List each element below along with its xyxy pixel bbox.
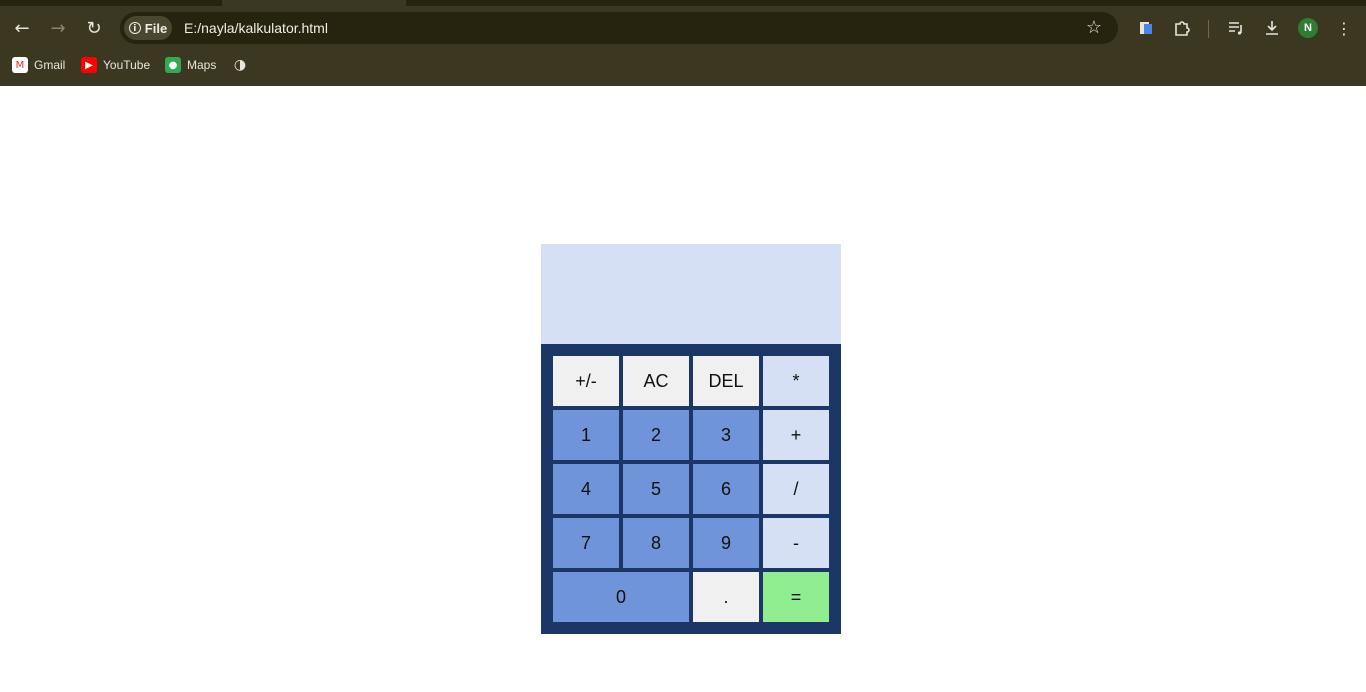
digit-8-button[interactable]: 8 (623, 518, 689, 568)
digit-2-button[interactable]: 2 (623, 410, 689, 460)
calculator: +/- AC DEL * 1 2 3 + 4 5 6 / 7 8 9 - 0 .… (541, 244, 841, 634)
digit-4-button[interactable]: 4 (553, 464, 619, 514)
avatar[interactable]: N (1298, 18, 1318, 38)
url-text[interactable]: E:/nayla/kalkulator.html (184, 12, 328, 44)
menu-kebab-icon[interactable]: ⋮ (1332, 16, 1356, 40)
bookmark-globe[interactable]: ◑ (232, 52, 248, 78)
digit-1-button[interactable]: 1 (553, 410, 619, 460)
toolbar-divider (1208, 20, 1209, 38)
reload-icon[interactable]: ↻ (82, 16, 106, 40)
digit-3-button[interactable]: 3 (693, 410, 759, 460)
bookmark-gmail[interactable]: M Gmail (12, 52, 65, 78)
browser-chrome: ← → ↻ i File E:/nayla/kalkulator.html ☆ … (0, 0, 1366, 86)
keypad: +/- AC DEL * 1 2 3 + 4 5 6 / 7 8 9 - 0 .… (553, 356, 829, 622)
bookmark-label: YouTube (103, 58, 151, 72)
browser-toolbar: ← → ↻ i File E:/nayla/kalkulator.html ☆ … (0, 6, 1366, 50)
bookmark-label: Maps (187, 58, 217, 72)
youtube-icon: ▶ (81, 57, 97, 73)
divide-button[interactable]: / (763, 464, 829, 514)
extensions-puzzle-icon[interactable] (1170, 16, 1194, 40)
bookmarks-bar: M Gmail ▶ YouTube ● Maps ◑ (0, 52, 1366, 78)
download-icon[interactable] (1260, 16, 1284, 40)
negate-button[interactable]: +/- (553, 356, 619, 406)
info-icon: i (128, 22, 141, 34)
all-clear-button[interactable]: AC (623, 356, 689, 406)
equals-button[interactable]: = (763, 572, 829, 622)
digit-5-button[interactable]: 5 (623, 464, 689, 514)
gmail-icon: M (12, 57, 28, 73)
add-button[interactable]: + (763, 410, 829, 460)
forward-icon[interactable]: → (46, 16, 70, 40)
bookmark-star-icon[interactable]: ☆ (1082, 16, 1106, 40)
decimal-button[interactable]: . (693, 572, 759, 622)
digit-9-button[interactable]: 9 (693, 518, 759, 568)
reading-list-icon[interactable] (1224, 16, 1248, 40)
digit-7-button[interactable]: 7 (553, 518, 619, 568)
site-info-chip[interactable]: i File (124, 16, 172, 40)
multiply-button[interactable]: * (763, 356, 829, 406)
digit-0-button[interactable]: 0 (553, 572, 689, 622)
address-bar[interactable]: i File E:/nayla/kalkulator.html ☆ (120, 12, 1118, 44)
site-chip-label: File (144, 20, 168, 36)
bookmark-label: Gmail (34, 58, 66, 72)
maps-icon: ● (165, 57, 181, 73)
back-icon[interactable]: ← (10, 16, 34, 40)
delete-button[interactable]: DEL (693, 356, 759, 406)
calculator-display (541, 244, 841, 344)
bookmark-youtube[interactable]: ▶ YouTube (81, 52, 150, 78)
globe-icon: ◑ (233, 57, 247, 73)
digit-6-button[interactable]: 6 (693, 464, 759, 514)
docs-extension-icon[interactable] (1134, 16, 1158, 40)
bookmark-maps[interactable]: ● Maps (165, 52, 216, 78)
subtract-button[interactable]: - (763, 518, 829, 568)
